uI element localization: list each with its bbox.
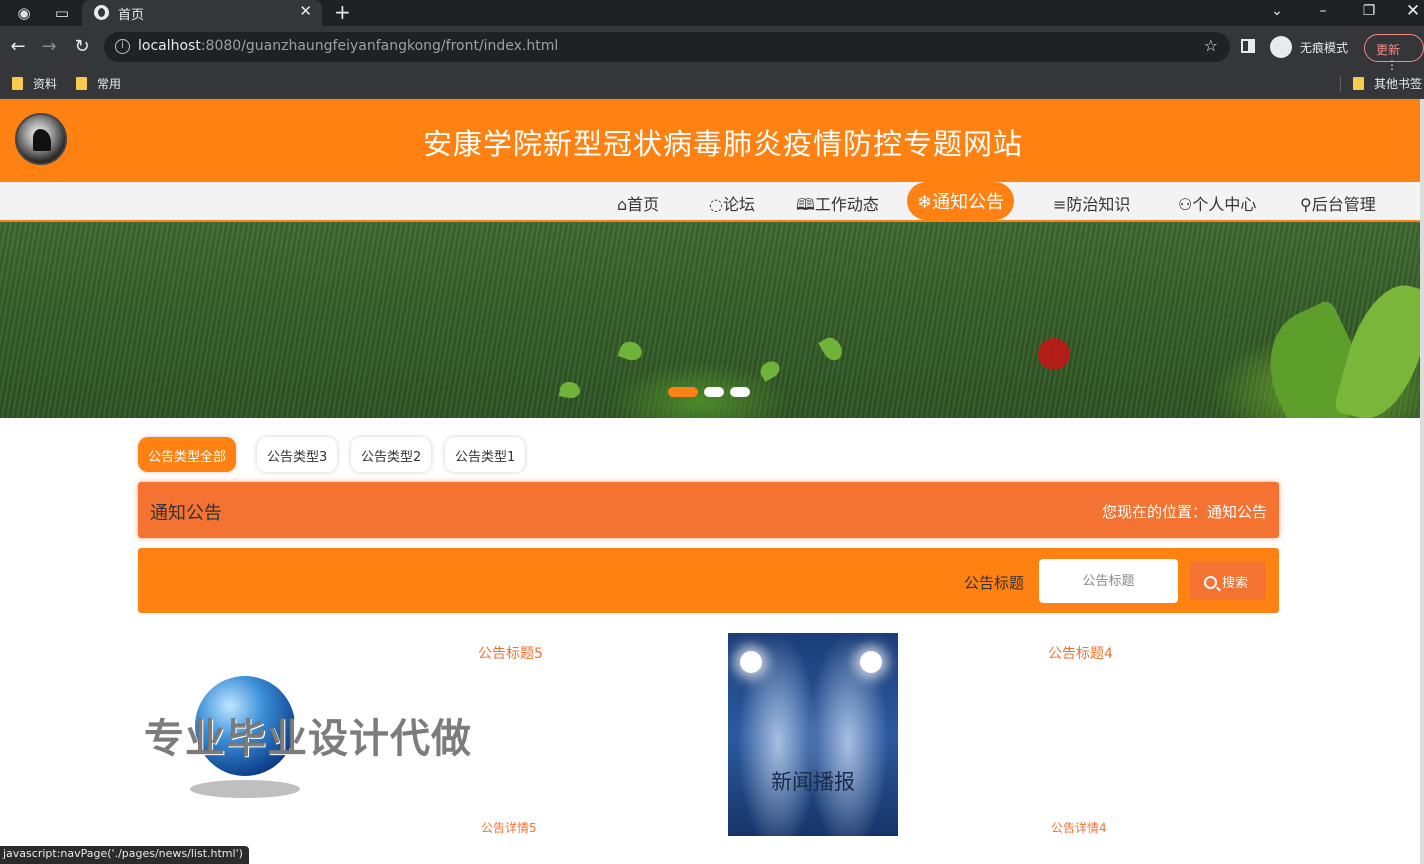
- scrollbar[interactable]: [1420, 99, 1424, 864]
- bookmarks-bar: 资料 常用 其他书签: [0, 70, 1424, 99]
- layers-icon: ≡: [1053, 195, 1067, 214]
- section-header: 通知公告 您现在的位置：通知公告: [138, 482, 1279, 538]
- category-2-button[interactable]: 公告类型2: [351, 437, 432, 472]
- mouse-cursor-highlight: [1038, 338, 1070, 370]
- nav-home[interactable]: ⌂首页: [617, 191, 659, 215]
- reload-icon[interactable]: ↻: [71, 36, 93, 58]
- link-icon: ⚲: [1300, 195, 1312, 214]
- search-icon: [1204, 576, 1217, 589]
- news-desc-1: 公告详情5: [481, 821, 537, 835]
- incognito-icon: [1270, 36, 1292, 58]
- banner-leaf: [558, 380, 582, 400]
- restore-icon[interactable]: ❐: [1354, 0, 1384, 22]
- snowflake-icon: ❄: [917, 192, 933, 213]
- forward-icon[interactable]: →: [38, 36, 60, 58]
- search-bar: 公告标题 搜索: [138, 548, 1279, 613]
- forum-icon: ◌: [709, 195, 723, 214]
- nav-admin[interactable]: ⚲后台管理: [1300, 191, 1376, 215]
- section-title: 通知公告: [150, 503, 222, 524]
- nav-work-news[interactable]: 🕮工作动态: [796, 191, 879, 221]
- carousel-dot-active[interactable]: [668, 387, 698, 397]
- tab-title: 首页: [118, 8, 145, 23]
- folder-icon: [1353, 77, 1364, 90]
- tab-list-icon[interactable]: ⌄: [1262, 0, 1292, 22]
- news-title-1[interactable]: 公告标题5: [478, 643, 543, 663]
- link-status-bar: javascript:navPage('./pages/news/list.ht…: [0, 846, 249, 864]
- search-label: 公告标题: [964, 574, 1025, 592]
- news-image-1-text: 专业毕业设计代做: [144, 716, 472, 762]
- spotlight-icon: [860, 651, 882, 673]
- close-tab-icon[interactable]: ✕: [299, 2, 312, 20]
- url-text: localhost:8080/guanzhaungfeiyanfangkong/…: [138, 38, 559, 54]
- globe-shadow: [190, 780, 300, 798]
- banner-leaf: [757, 358, 783, 382]
- news-image-2[interactable]: 新闻播报: [728, 633, 898, 836]
- side-panel-icon[interactable]: [1241, 39, 1255, 53]
- new-tab-icon[interactable]: +: [334, 0, 351, 24]
- category-3-button[interactable]: 公告类型3: [257, 437, 338, 472]
- browser-logo-icon: ◉: [17, 4, 31, 22]
- site-header: 安康学院新型冠状病毒肺炎疫情防控专题网站: [0, 99, 1420, 182]
- news-image-2-text: 新闻播报: [771, 770, 855, 794]
- bookmark-folder-changyong[interactable]: 常用: [76, 75, 121, 92]
- home-icon: ⌂: [617, 195, 628, 214]
- news-image-1[interactable]: 专业毕业设计代做: [140, 660, 490, 810]
- nav-forum[interactable]: ◌论坛: [709, 191, 755, 215]
- other-bookmarks[interactable]: 其他书签: [1353, 75, 1422, 92]
- carousel-dot[interactable]: [704, 387, 724, 397]
- banner-carousel[interactable]: [0, 222, 1420, 418]
- category-all-button[interactable]: 公告类型全部: [138, 437, 237, 472]
- news-desc-2: 公告详情4: [1051, 821, 1107, 835]
- incognito-label: 无痕模式: [1300, 41, 1349, 55]
- bookmark-separator: [1340, 76, 1341, 92]
- nav-personal-center[interactable]: ⚇个人中心: [1178, 191, 1256, 215]
- globe-icon: [94, 5, 109, 20]
- folder-icon: [76, 77, 87, 90]
- update-button[interactable]: 更新 ⋮: [1364, 34, 1424, 72]
- search-button[interactable]: 搜索: [1190, 562, 1266, 600]
- spotlight-icon: [740, 651, 762, 673]
- browser-toolbar: ← → ↻ i localhost:8080/guanzhaungfeiyanf…: [0, 26, 1424, 72]
- category-1-button[interactable]: 公告类型1: [445, 437, 526, 472]
- address-bar[interactable]: i localhost:8080/guanzhaungfeiyanfangkon…: [104, 32, 1230, 62]
- site-title: 安康学院新型冠状病毒肺炎疫情防控专题网站: [422, 127, 1023, 161]
- banner-leaf: [617, 338, 645, 364]
- back-icon[interactable]: ←: [7, 36, 29, 58]
- tab-search-icon[interactable]: ▭: [52, 3, 72, 23]
- browser-tab-bar: ◉ ▭ 首页 ✕ + ⌄ – ❐ ✕: [0, 0, 1424, 26]
- news-title-2[interactable]: 公告标题4: [1048, 643, 1113, 663]
- close-window-icon[interactable]: ✕: [1398, 0, 1424, 22]
- browser-tab[interactable]: 首页 ✕: [82, 0, 322, 26]
- carousel-dot[interactable]: [730, 387, 750, 397]
- user-icon: ⚇: [1178, 195, 1193, 214]
- nav-prevention-knowledge[interactable]: ≡防治知识: [1053, 191, 1130, 215]
- site-info-icon[interactable]: i: [115, 39, 130, 54]
- main-nav: ⌂首页 ◌论坛 🕮工作动态 ❄通知公告 ≡防治知识 ⚇个人中心 ⚲后台管理: [0, 182, 1420, 222]
- nav-notices[interactable]: ❄通知公告: [907, 182, 1015, 220]
- bookmark-folder-ziliao[interactable]: 资料: [12, 75, 57, 92]
- breadcrumb: 您现在的位置：通知公告: [1101, 503, 1267, 521]
- minimize-icon[interactable]: –: [1308, 0, 1338, 22]
- book-icon: 🕮: [796, 195, 815, 214]
- banner-leaf: [818, 334, 846, 364]
- search-input[interactable]: [1039, 559, 1178, 603]
- bookmark-star-icon[interactable]: ☆: [1204, 36, 1218, 55]
- folder-icon: [12, 77, 23, 90]
